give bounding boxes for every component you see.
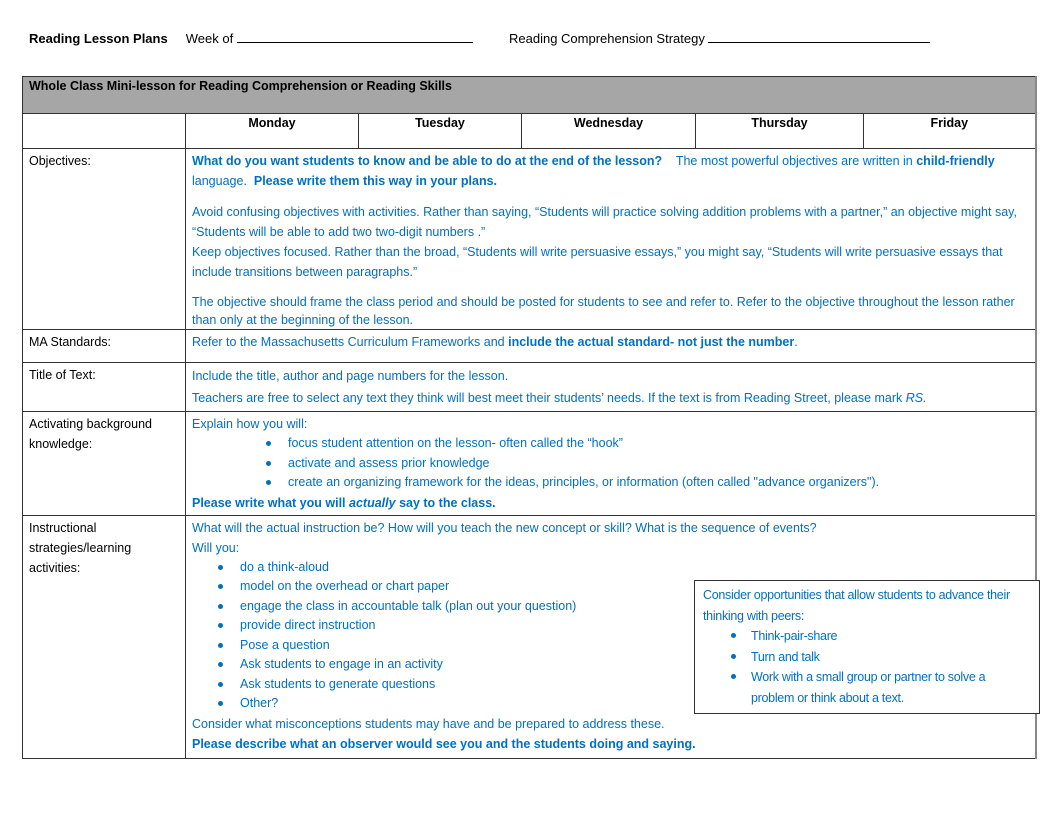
title-of-text-line1: Include the title, author and page numbe… xyxy=(192,369,509,383)
background-closing: Please write what you will actually say … xyxy=(192,493,1029,513)
title-of-text-line2: Teachers are free to select any text the… xyxy=(192,387,1029,409)
background-bullet: activate and assess prior knowledge xyxy=(192,454,1029,474)
standards-label: MA Standards: xyxy=(22,329,186,363)
callout-bullet-list: Think-pair-share Turn and talk Work with… xyxy=(703,626,1031,708)
strategy-header: Reading Comprehension Strategy xyxy=(509,30,931,46)
title-of-text-label: Title of Text: xyxy=(22,362,186,412)
title-of-text-row: Title of Text: Include the title, author… xyxy=(22,362,1037,412)
objectives-label: Objectives: xyxy=(22,148,186,330)
objectives-content[interactable]: What do you want students to know and be… xyxy=(184,148,1037,330)
title-of-text-note: Teachers are free to select any text the… xyxy=(192,391,903,405)
standards-row: MA Standards: Refer to the Massachusetts… xyxy=(22,329,1037,363)
standards-content[interactable]: Refer to the Massachusetts Curriculum Fr… xyxy=(184,329,1037,363)
document-title: Reading Lesson Plans xyxy=(29,31,168,46)
objectives-row: Objectives: What do you want students to… xyxy=(22,148,1037,330)
objectives-avoid-paragraph: Avoid confusing objectives with activiti… xyxy=(192,205,1017,239)
standards-emphasis: include the actual standard- not just th… xyxy=(508,335,795,349)
days-header-row: Monday Tuesday Wednesday Thursday Friday xyxy=(22,113,1037,149)
reading-street-mark: RS. xyxy=(905,391,927,405)
background-label: Activating background knowledge: xyxy=(22,411,186,516)
standards-text: Refer to the Massachusetts Curriculum Fr… xyxy=(192,335,505,349)
day-header-monday: Monday xyxy=(185,113,359,149)
document-header: Reading Lesson Plans Week of xyxy=(29,30,473,46)
standards-period: . xyxy=(794,335,798,349)
objectives-frame-paragraph: The objective should frame the class per… xyxy=(192,295,1015,327)
day-header-friday: Friday xyxy=(862,113,1037,149)
background-content[interactable]: Explain how you will: focus student atte… xyxy=(184,411,1037,516)
background-bullet: focus student attention on the lesson- o… xyxy=(192,434,1029,454)
callout-bullet: Turn and talk xyxy=(703,647,1031,668)
week-of-field[interactable] xyxy=(236,30,473,43)
empty-header-cell xyxy=(22,113,186,149)
banner-title: Whole Class Mini-lesson for Reading Comp… xyxy=(21,76,1037,114)
day-header-tuesday: Tuesday xyxy=(358,113,522,149)
objectives-question: What do you want students to know and be… xyxy=(192,154,663,168)
objectives-intro: What do you want students to know and be… xyxy=(192,151,1029,191)
background-closing-emphasis: actually xyxy=(349,495,396,510)
callout-intro: Consider opportunities that allow studen… xyxy=(703,588,1010,623)
title-of-text-content[interactable]: Include the title, author and page numbe… xyxy=(184,362,1037,412)
instruction-will-you: Will you: xyxy=(192,540,240,555)
instruction-bullet: do a think-aloud xyxy=(192,558,1029,578)
background-bullet: create an organizing framework for the i… xyxy=(192,473,1029,493)
background-closing-a: Please write what you will xyxy=(192,495,346,510)
instruction-closing: Please describe what an observer would s… xyxy=(192,736,696,751)
day-header-thursday: Thursday xyxy=(695,113,864,149)
instruction-misconceptions: Consider what misconceptions students ma… xyxy=(192,716,665,731)
objectives-language: language. xyxy=(192,174,247,188)
callout-bullet: Think-pair-share xyxy=(703,626,1031,647)
objectives-child-friendly: child-friendly xyxy=(916,154,995,168)
background-closing-b: say to the class. xyxy=(399,495,496,510)
instruction-label: Instructional strategies/learning activi… xyxy=(22,514,186,759)
instruction-intro: What will the actual instruction be? How… xyxy=(192,520,817,535)
week-of-label: Week of xyxy=(185,31,234,46)
background-intro: Explain how you will: xyxy=(192,417,308,431)
strategy-field[interactable] xyxy=(708,30,931,43)
callout-bullet: Work with a small group or partner to so… xyxy=(703,667,1031,708)
day-header-wednesday: Wednesday xyxy=(521,113,696,149)
objectives-note: The most powerful objectives are written… xyxy=(675,154,913,168)
background-bullet-list: focus student attention on the lesson- o… xyxy=(192,434,1029,493)
objectives-focused-paragraph: Keep objectives focused. Rather than the… xyxy=(192,245,1003,279)
background-row: Activating background knowledge: Explain… xyxy=(22,411,1037,516)
objectives-instruction: Please write them this way in your plans… xyxy=(253,174,498,188)
strategy-label: Reading Comprehension Strategy xyxy=(509,31,705,46)
peer-thinking-callout: Consider opportunities that allow studen… xyxy=(694,580,1040,714)
banner-row: Whole Class Mini-lesson for Reading Comp… xyxy=(21,76,1037,114)
